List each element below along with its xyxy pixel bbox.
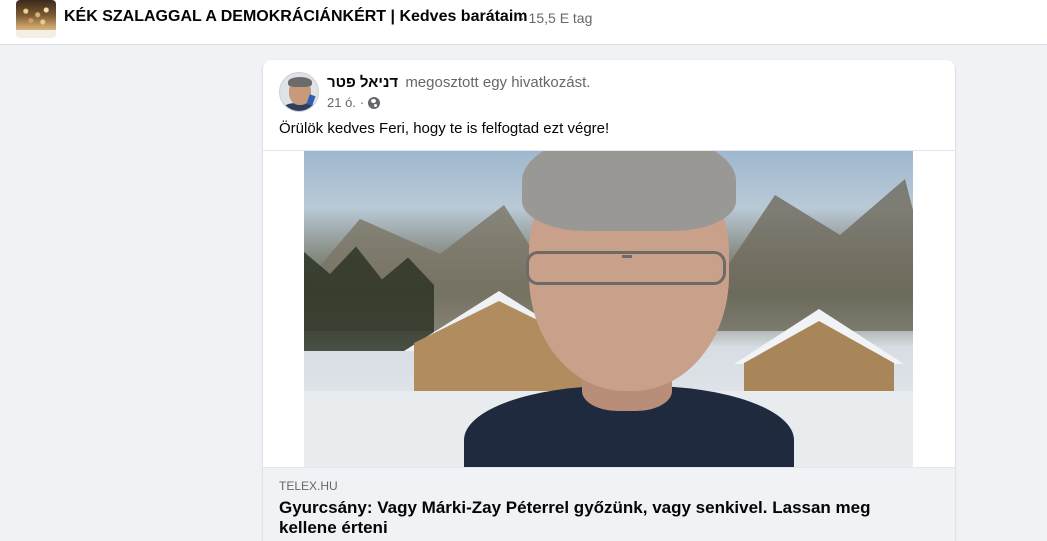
group-member-count: · 15,5 E tag xyxy=(520,10,593,26)
group-cover-thumbnail[interactable] xyxy=(16,0,56,38)
post-text: Örülök kedves Feri, hogy te is felfogtad… xyxy=(279,120,610,137)
author-name[interactable]: דניאל פטר xyxy=(327,74,398,91)
link-preview-image-frame[interactable] xyxy=(263,150,955,468)
group-header: KÉK SZALAGGAL A DEMOKRÁCIÁNKÉRT | Kedves… xyxy=(0,0,1047,45)
post-action-text: megosztott egy hivatkozást. xyxy=(405,74,591,91)
post-card: דניאל פטר megosztott egy hivatkozást. 21… xyxy=(263,60,955,541)
link-preview-image[interactable] xyxy=(304,151,913,468)
globe-icon[interactable] xyxy=(368,96,381,109)
link-preview-caption[interactable]: TELEX.HU Gyurcsány: Vagy Márki-Zay Péter… xyxy=(263,467,955,541)
group-title[interactable]: KÉK SZALAGGAL A DEMOKRÁCIÁNKÉRT | Kedves… xyxy=(64,8,528,26)
meta-separator: · xyxy=(359,95,365,110)
link-title[interactable]: Gyurcsány: Vagy Márki-Zay Péterrel győzü… xyxy=(279,498,919,538)
link-domain: TELEX.HU xyxy=(279,479,338,493)
post-meta: 21 ó. · xyxy=(327,95,381,110)
post-header: דניאל פטר megosztott egy hivatkozást. xyxy=(327,74,590,91)
post-timestamp[interactable]: 21 ó. xyxy=(327,95,356,110)
author-avatar[interactable] xyxy=(279,72,319,112)
